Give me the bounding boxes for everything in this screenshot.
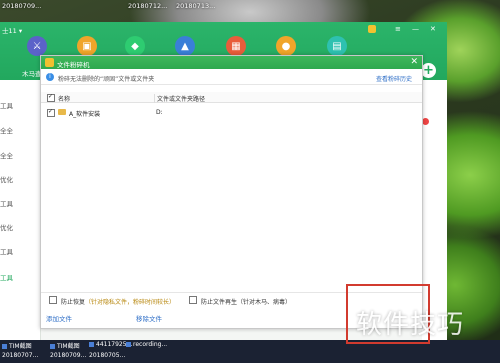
- tip-text: 粉碎无法删除的“顽固”文件或文件夹: [58, 76, 155, 83]
- notification-dot: [422, 118, 429, 125]
- video-file-icon: [126, 342, 131, 347]
- dialog-close-button[interactable]: ✕: [410, 57, 418, 67]
- image-file-icon: [2, 344, 7, 349]
- taskbar-item[interactable]: 20180709...: [50, 352, 86, 359]
- column-header-path[interactable]: 文件或文件夹路径: [154, 94, 205, 103]
- row-path: D:: [156, 109, 163, 116]
- table-header: 名称 文件或文件夹路径: [41, 92, 422, 103]
- minimize-icon[interactable]: —: [412, 25, 419, 33]
- rocket-icon[interactable]: ▲: [175, 36, 195, 56]
- sidebar-item[interactable]: 工具: [0, 198, 40, 208]
- watermark-text: 软件技巧: [356, 310, 465, 340]
- desktop-icon-label[interactable]: 20180712...: [128, 2, 167, 10]
- remove-file-button[interactable]: 移除文件: [136, 313, 162, 323]
- add-file-button[interactable]: 添加文件: [46, 313, 72, 323]
- sidebar: 工具 全全 全全 优化 工具 优化 工具 工具: [0, 80, 41, 340]
- row-checkbox[interactable]: [47, 108, 55, 117]
- prevent-recovery-checkbox[interactable]: [49, 296, 57, 304]
- sidebar-item[interactable]: 全全: [0, 150, 40, 160]
- sidebar-item[interactable]: 工具: [0, 246, 40, 256]
- close-icon[interactable]: ✕: [430, 25, 436, 33]
- table-row[interactable]: A_软件安装 D:: [41, 107, 422, 118]
- plus-icon[interactable]: +: [421, 63, 436, 78]
- desktop-icon-label[interactable]: 20180709...: [2, 2, 41, 10]
- taskbar-item[interactable]: 20180705...: [89, 352, 125, 359]
- sidebar-item[interactable]: 全全: [0, 125, 40, 135]
- image-file-icon: [50, 344, 55, 349]
- shield-icon[interactable]: ◆: [125, 36, 145, 56]
- select-all-checkbox[interactable]: [47, 93, 55, 102]
- view-history-link[interactable]: 查看粉碎历史: [376, 74, 412, 83]
- menu-icon[interactable]: ≡: [395, 25, 401, 33]
- prevent-recovery-label: 防止恢复（针对隐私文件，粉碎时间较长）: [61, 299, 176, 306]
- skin-icon[interactable]: [368, 25, 376, 33]
- sidebar-item-active[interactable]: 工具: [0, 272, 40, 282]
- taskbar-item[interactable]: TIM截图: [50, 341, 80, 350]
- prevent-regeneration-label: 防止文件再生（针对木马、病毒）: [201, 299, 292, 306]
- sidebar-item[interactable]: 优化: [0, 174, 40, 184]
- info-icon: i: [46, 73, 54, 81]
- prevent-regeneration-checkbox[interactable]: [189, 296, 197, 304]
- desktop-icon-label[interactable]: 20180713...: [176, 2, 215, 10]
- shredder-icon: [45, 58, 54, 67]
- user-menu[interactable]: 士11 ▾: [2, 25, 22, 35]
- software-store-icon[interactable]: ▤: [327, 36, 347, 56]
- row-name: A_软件安装: [69, 111, 101, 118]
- taskbar-item[interactable]: 20180707...: [2, 352, 38, 359]
- dialog-title: 文件粉碎机: [57, 61, 90, 69]
- taskbar-item[interactable]: TIM截图: [2, 341, 32, 350]
- dialog-titlebar: 文件粉碎机 ✕: [41, 56, 422, 69]
- sidebar-item[interactable]: 优化: [0, 222, 40, 232]
- cleanup-icon[interactable]: ▣: [77, 36, 97, 56]
- apps-grid-icon[interactable]: ▦: [226, 36, 246, 56]
- trojan-scan-label: 木马查: [22, 70, 42, 78]
- image-file-icon: [89, 342, 94, 347]
- money-bag-icon[interactable]: ●: [276, 36, 296, 56]
- sidebar-item[interactable]: 工具: [0, 100, 40, 110]
- folder-icon: [58, 109, 66, 115]
- column-header-name[interactable]: 名称: [58, 94, 70, 103]
- tip-bar: i 粉碎无法删除的“顽固”文件或文件夹 查看粉碎历史: [41, 70, 422, 85]
- trojan-scan-icon[interactable]: ⚔: [27, 36, 47, 56]
- taskbar-item[interactable]: recording...: [126, 341, 167, 348]
